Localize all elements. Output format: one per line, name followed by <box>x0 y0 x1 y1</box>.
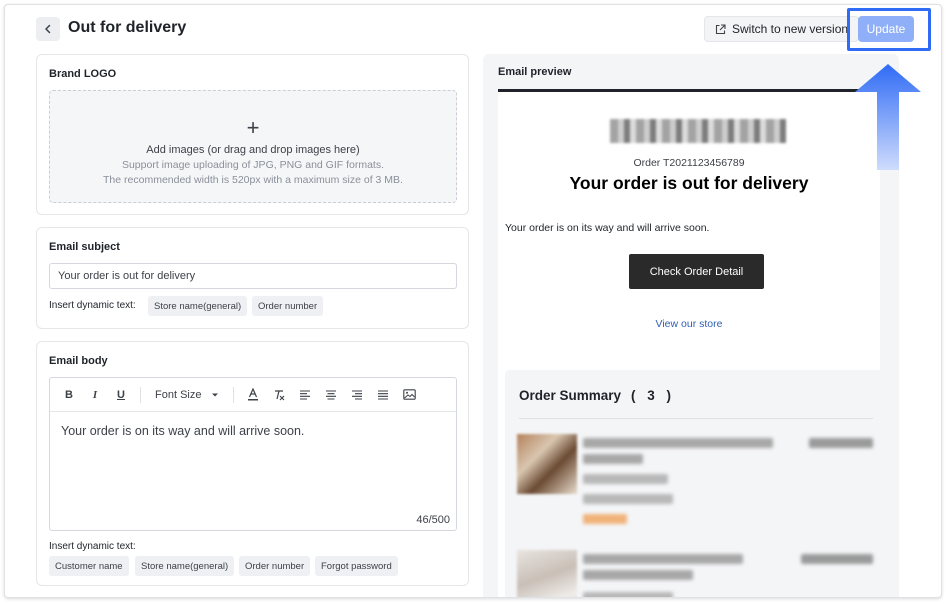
body-chip-customer-name[interactable]: Customer name <box>49 556 129 576</box>
product-thumbnail <box>517 550 577 597</box>
logo-upload-area[interactable]: + Add images (or drag and drop images he… <box>49 90 457 203</box>
align-center-icon[interactable] <box>318 383 344 407</box>
align-justify-icon[interactable] <box>370 383 396 407</box>
email-body-editor: B I U Font Size Your order is on its way… <box>49 377 457 531</box>
bold-button[interactable]: B <box>56 383 82 407</box>
product-variant-blurred <box>583 454 643 464</box>
email-body-textarea[interactable]: Your order is on its way and will arrive… <box>50 412 456 450</box>
product-variant-blurred <box>583 570 693 580</box>
clear-format-icon[interactable] <box>266 383 292 407</box>
subject-chip-store-name[interactable]: Store name(general) <box>148 296 248 316</box>
switch-version-label: Switch to new version <box>732 22 849 36</box>
subject-chip-order-number[interactable]: Order number <box>252 296 324 316</box>
check-order-detail-button[interactable]: Check Order Detail <box>629 254 764 289</box>
toolbar-divider <box>233 386 235 403</box>
plus-icon: + <box>246 115 260 140</box>
upload-title: Add images (or drag and drop images here… <box>146 144 360 156</box>
brand-logo-card: Brand LOGO + Add images (or drag and dro… <box>36 54 469 215</box>
app-window: Out for delivery Switch to new version U… <box>4 4 942 598</box>
product-sku-blurred <box>583 592 673 597</box>
preview-body-text: Your order is on its way and will arrive… <box>505 222 710 234</box>
email-preview-content: Order T2021123456789 Your order is out f… <box>498 89 887 597</box>
text-color-icon[interactable] <box>240 383 266 407</box>
product-name-blurred <box>583 438 773 448</box>
order-summary-label: Order Summary <box>519 388 622 403</box>
email-subject-card: Email subject Your order is out for deli… <box>36 227 469 329</box>
product-price-blurred <box>809 438 873 448</box>
body-chip-order-number[interactable]: Order number <box>239 556 311 576</box>
body-chip-store-name[interactable]: Store name(general) <box>135 556 235 576</box>
toolbar-divider <box>140 386 141 403</box>
page-title: Out for delivery <box>68 19 187 36</box>
order-summary-count: ( 3 ) <box>631 388 676 403</box>
email-body-title: Email body <box>49 355 108 367</box>
preview-heading: Your order is out for delivery <box>569 173 809 193</box>
product-meta-blurred <box>583 494 673 504</box>
italic-button[interactable]: I <box>82 383 108 407</box>
caret-down-icon <box>212 393 219 396</box>
email-body-card: Email body B I U Font Size Your order is… <box>36 341 469 586</box>
email-subject-title: Email subject <box>49 241 120 253</box>
email-preview-title: Email preview <box>498 66 572 78</box>
order-summary: Order Summary ( 3 ) <box>505 370 887 597</box>
product-name-blurred <box>583 554 743 564</box>
character-counter: 46/500 <box>416 514 450 526</box>
font-size-label: Font Size <box>155 388 202 401</box>
external-link-icon <box>715 23 726 34</box>
body-dynamic-label: Insert dynamic text: <box>49 541 136 552</box>
body-chip-forgot-password[interactable]: Forgot password <box>315 556 398 576</box>
chevron-left-icon <box>45 24 51 34</box>
order-summary-title: Order Summary ( 3 ) <box>519 388 675 403</box>
switch-version-button[interactable]: Switch to new version <box>704 16 860 42</box>
upload-hint-size: The recommended width is 520px with a ma… <box>103 174 403 186</box>
editor-toolbar: B I U Font Size <box>50 378 456 412</box>
font-size-select[interactable]: Font Size <box>147 389 227 401</box>
brand-logo-title: Brand LOGO <box>49 68 117 80</box>
product-tag-blurred <box>583 514 627 524</box>
email-preview-panel: Email preview Order T2021123456789 Your … <box>483 54 899 597</box>
preview-order-number: Order T2021123456789 <box>633 157 745 169</box>
subject-dynamic-label: Insert dynamic text: <box>49 300 136 311</box>
product-thumbnail <box>517 434 577 494</box>
product-price-blurred <box>801 554 873 564</box>
arrow-up-icon <box>855 64 921 170</box>
upload-hint-formats: Support image uploading of JPG, PNG and … <box>121 159 385 171</box>
align-left-icon[interactable] <box>292 383 318 407</box>
underline-button[interactable]: U <box>108 383 134 407</box>
summary-divider <box>519 418 873 419</box>
brand-logo-image <box>610 119 786 143</box>
product-sku-blurred <box>583 474 668 484</box>
view-store-link[interactable]: View our store <box>498 318 880 330</box>
update-button[interactable]: Update <box>858 16 914 42</box>
back-button[interactable] <box>36 17 60 41</box>
email-subject-input[interactable]: Your order is out for delivery <box>49 263 457 289</box>
align-right-icon[interactable] <box>344 383 370 407</box>
image-icon[interactable] <box>396 383 422 407</box>
